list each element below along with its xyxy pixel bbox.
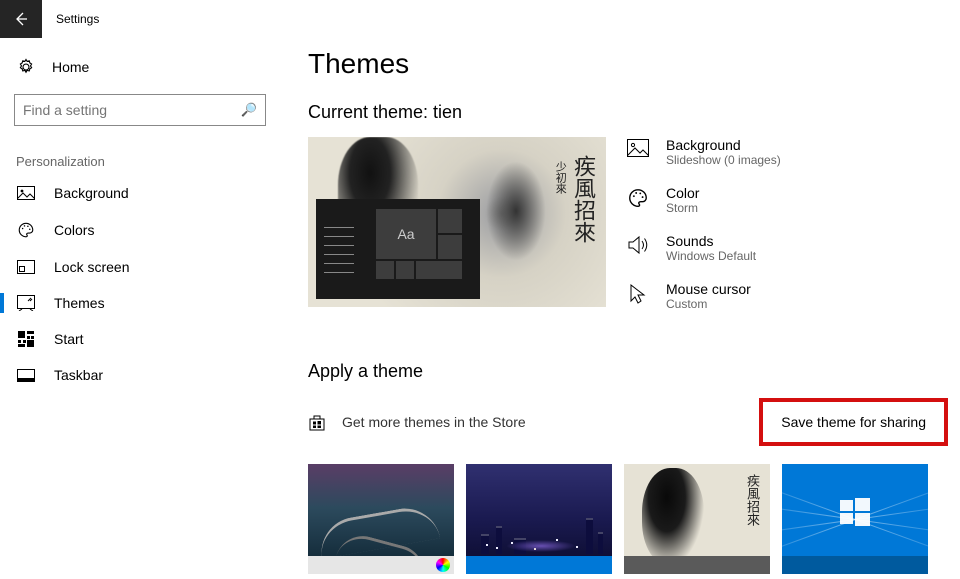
home-label: Home	[52, 59, 89, 75]
preview-ink-shape	[486, 161, 546, 261]
setting-label: Color	[666, 185, 699, 201]
preview-start-menu: Aa	[316, 199, 480, 299]
preview-tile: Aa	[376, 209, 436, 259]
speaker-icon	[624, 233, 652, 263]
nav-start[interactable]: Start	[0, 321, 280, 357]
main-content: Themes Current theme: tien 疾風招來 少初來 Aa	[308, 38, 960, 574]
theme-thumbnail-2[interactable]	[466, 464, 612, 574]
windows-logo-icon	[840, 497, 870, 527]
page-title: Themes	[308, 48, 960, 80]
theme-thumbnail-1[interactable]	[308, 464, 454, 574]
nav-label: Background	[54, 185, 129, 201]
themes-icon	[16, 295, 36, 311]
section-header: Personalization	[16, 154, 264, 169]
theme-settings-list: Background Slideshow (0 images) Color St…	[624, 137, 781, 329]
theme-preview: 疾風招來 少初來 Aa	[308, 137, 606, 307]
setting-label: Mouse cursor	[666, 281, 751, 297]
search-box[interactable]: 🔍	[14, 94, 266, 126]
picture-icon	[16, 186, 36, 200]
nav-colors[interactable]: Colors	[0, 211, 280, 249]
setting-mouse-cursor[interactable]: Mouse cursor Custom	[624, 281, 781, 311]
lock-screen-icon	[16, 260, 36, 274]
save-theme-button[interactable]: Save theme for sharing	[759, 398, 948, 446]
nav-themes[interactable]: Themes	[0, 285, 280, 321]
preview-calligraphy: 疾風招來 少初來	[552, 155, 598, 243]
picture-icon	[624, 137, 652, 167]
sidebar-home[interactable]: Home	[0, 50, 280, 84]
gear-icon	[16, 58, 36, 76]
setting-label: Sounds	[666, 233, 756, 249]
themes-gallery: 疾風招來	[308, 464, 960, 574]
arrow-left-icon	[13, 11, 29, 27]
nav-background[interactable]: Background	[0, 175, 280, 211]
apply-theme-heading: Apply a theme	[308, 361, 960, 382]
setting-sounds[interactable]: Sounds Windows Default	[624, 233, 781, 263]
titlebar: Settings	[0, 0, 960, 38]
search-icon: 🔍	[241, 102, 257, 118]
nav-taskbar[interactable]: Taskbar	[0, 357, 280, 393]
store-link-label: Get more themes in the Store	[342, 414, 526, 430]
theme-thumbnail-3[interactable]: 疾風招來	[624, 464, 770, 574]
nav-label: Taskbar	[54, 367, 103, 383]
palette-icon	[16, 221, 36, 239]
setting-value: Storm	[666, 201, 699, 215]
nav-lock-screen[interactable]: Lock screen	[0, 249, 280, 285]
theme-thumbnail-4[interactable]	[782, 464, 928, 574]
setting-label: Background	[666, 137, 781, 153]
color-wheel-icon	[436, 558, 450, 572]
nav-label: Start	[54, 331, 84, 347]
search-input[interactable]	[23, 102, 233, 118]
current-theme-label: Current theme: tien	[308, 102, 960, 123]
setting-color[interactable]: Color Storm	[624, 185, 781, 215]
nav-label: Colors	[54, 222, 94, 238]
window-title: Settings	[56, 12, 99, 26]
setting-background[interactable]: Background Slideshow (0 images)	[624, 137, 781, 167]
nav-label: Lock screen	[54, 259, 129, 275]
taskbar-icon	[16, 369, 36, 382]
start-icon	[16, 331, 36, 347]
setting-value: Slideshow (0 images)	[666, 153, 781, 167]
palette-icon	[624, 185, 652, 215]
apply-row: Get more themes in the Store Save theme …	[308, 398, 948, 446]
nav-label: Themes	[54, 295, 105, 311]
get-more-themes-link[interactable]: Get more themes in the Store	[308, 413, 526, 431]
back-button[interactable]	[0, 0, 42, 38]
cursor-icon	[624, 281, 652, 311]
setting-value: Custom	[666, 297, 751, 311]
current-theme-row: 疾風招來 少初來 Aa B	[308, 137, 960, 329]
sidebar: Home 🔍 Personalization Background Colors…	[0, 38, 280, 393]
store-icon	[308, 413, 326, 431]
setting-value: Windows Default	[666, 249, 756, 263]
